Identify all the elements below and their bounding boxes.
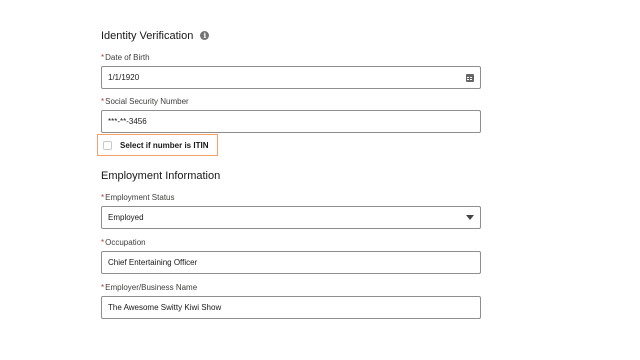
- employer-value: The Awesome Switty Kiwi Show: [108, 303, 222, 312]
- dob-field[interactable]: 1/1/1920: [101, 66, 481, 89]
- employer-label-text: Employer/Business Name: [105, 283, 198, 292]
- identity-title-text: Identity Verification: [101, 30, 194, 42]
- employment-title-text: Employment Information: [101, 170, 221, 182]
- ssn-label: *Social Security Number: [101, 97, 189, 106]
- itin-checkbox[interactable]: [103, 140, 112, 150]
- employment-status-select[interactable]: Employed: [101, 206, 481, 229]
- required-mark: *: [101, 193, 105, 202]
- employment-section-title: Employment Information: [101, 170, 220, 182]
- employment-status-label: *Employment Status: [101, 193, 175, 202]
- employment-status-label-text: Employment Status: [105, 193, 175, 202]
- employer-field[interactable]: The Awesome Switty Kiwi Show: [101, 296, 481, 319]
- ssn-field[interactable]: ***-**-3456: [101, 110, 481, 133]
- employment-status-value: Employed: [108, 213, 144, 222]
- ssn-value: ***-**-3456: [108, 117, 147, 126]
- chevron-down-icon[interactable]: [466, 215, 474, 220]
- required-mark: *: [101, 238, 105, 247]
- required-mark: *: [101, 97, 105, 106]
- occupation-label-text: Occupation: [105, 238, 146, 247]
- calendar-icon[interactable]: [466, 73, 474, 82]
- dob-value: 1/1/1920: [108, 73, 140, 82]
- employer-label: *Employer/Business Name: [101, 283, 197, 292]
- occupation-value: Chief Entertaining Officer: [108, 258, 198, 267]
- identity-section-title: Identity Verification i: [101, 30, 210, 42]
- dob-label-text: Date of Birth: [105, 53, 150, 62]
- ssn-label-text: Social Security Number: [105, 97, 189, 106]
- required-mark: *: [101, 53, 105, 62]
- occupation-label: *Occupation: [101, 238, 146, 247]
- info-icon[interactable]: i: [200, 31, 210, 40]
- itin-label: Select if number is ITIN: [120, 140, 209, 150]
- itin-checkbox-row[interactable]: Select if number is ITIN: [97, 134, 218, 156]
- required-mark: *: [101, 283, 105, 292]
- dob-label: *Date of Birth: [101, 53, 150, 62]
- occupation-field[interactable]: Chief Entertaining Officer: [101, 251, 481, 274]
